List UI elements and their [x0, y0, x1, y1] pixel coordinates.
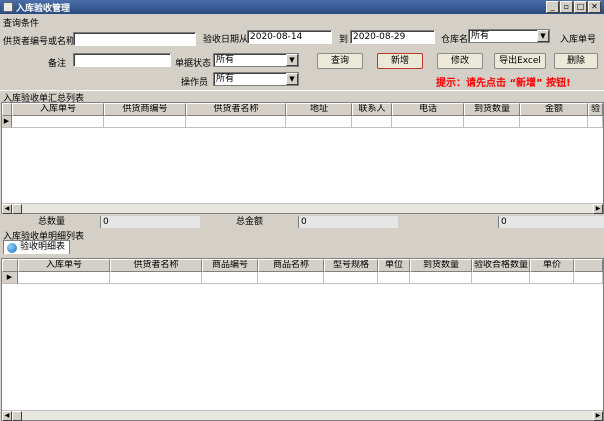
doc-status-select[interactable]: 所有 ▼ — [213, 53, 299, 67]
detail-grid-header: 入库单号 供货者名称 商品编号 商品名称 型号规格 单位 到货数量 验收合格数量… — [2, 259, 603, 272]
supplier-label: 供货者编号或名称 — [3, 37, 76, 47]
total-qty-value: 0 — [100, 216, 200, 228]
order-no-label: 入库单号 — [560, 35, 597, 45]
divider — [0, 90, 604, 91]
detail-hscrollbar[interactable]: ◀ ▶ — [2, 410, 603, 421]
col-header[interactable]: 金额 — [520, 103, 588, 116]
total-qty-label: 总数量 — [38, 217, 66, 227]
date-from-input[interactable]: 2020-08-14 — [247, 30, 332, 44]
query-button[interactable]: 查询 — [317, 53, 363, 69]
col-header[interactable]: 型号规格 — [324, 259, 378, 272]
globe-icon — [7, 243, 17, 253]
col-header[interactable]: 商品名称 — [258, 259, 324, 272]
col-header[interactable]: 到货数量 — [464, 103, 520, 116]
col-header[interactable]: 入库单号 — [12, 103, 104, 116]
doc-status-label: 单据状态 — [175, 59, 212, 69]
summary-grid[interactable]: 入库单号 供货商编号 供货者名称 地址 联系人 电话 到货数量 金额 验 ▶ ◀… — [1, 102, 604, 214]
table-row[interactable]: ▶ — [2, 272, 603, 284]
scroll-right-icon[interactable]: ▶ — [593, 411, 603, 421]
chevron-down-icon[interactable]: ▼ — [537, 30, 549, 42]
remark-input[interactable] — [73, 53, 171, 67]
summary-grid-header: 入库单号 供货商编号 供货者名称 地址 联系人 电话 到货数量 金额 验 — [2, 103, 603, 116]
restore-icon[interactable]: ▫ — [560, 1, 573, 13]
operator-label: 操作员 — [181, 78, 209, 88]
add-button[interactable]: 新增 — [377, 53, 423, 69]
scroll-right-icon[interactable]: ▶ — [593, 204, 603, 214]
edit-button[interactable]: 修改 — [437, 53, 483, 69]
date-from-label: 验收日期从 — [203, 35, 249, 45]
col-header[interactable]: 单位 — [378, 259, 410, 272]
col-header[interactable]: 电话 — [392, 103, 464, 116]
warehouse-label: 仓库名 — [441, 35, 469, 45]
date-to-label: 到 — [339, 35, 349, 45]
detail-grid[interactable]: 入库单号 供货者名称 商品编号 商品名称 型号规格 单位 到货数量 验收合格数量… — [1, 258, 604, 421]
date-to-input[interactable]: 2020-08-29 — [350, 30, 435, 44]
warehouse-select[interactable]: 所有 ▼ — [468, 29, 550, 43]
tab-detail[interactable]: 验收明细表 — [3, 240, 71, 254]
col-header[interactable]: 入库单号 — [18, 259, 110, 272]
row-pointer-icon: ▶ — [2, 116, 12, 128]
maximize-icon[interactable]: □ — [574, 1, 587, 13]
col-header[interactable]: 到货数量 — [410, 259, 472, 272]
col-header[interactable]: 供货者名称 — [186, 103, 286, 116]
col-header[interactable]: 供货商编号 — [104, 103, 186, 116]
total-amount-value: 0 — [298, 216, 398, 228]
chevron-down-icon[interactable]: ▼ — [286, 73, 298, 85]
col-header[interactable]: 联系人 — [352, 103, 392, 116]
query-group-label: 查询条件 — [3, 19, 40, 29]
doc-status-value: 所有 — [216, 55, 235, 65]
tab-detail-label: 验收明细表 — [20, 242, 66, 252]
col-header[interactable]: 供货者名称 — [110, 259, 202, 272]
window-title: 入库验收管理 — [16, 4, 71, 14]
app-icon — [3, 2, 13, 12]
operator-select[interactable]: 所有 ▼ — [213, 72, 299, 86]
col-header[interactable]: 单价 — [530, 259, 574, 272]
supplier-input[interactable] — [73, 32, 196, 46]
row-pointer-icon: ▶ — [2, 272, 18, 284]
scroll-thumb[interactable] — [12, 204, 22, 214]
col-header[interactable]: 验收合格数量 — [472, 259, 530, 272]
remark-label: 备注 — [48, 59, 67, 69]
footer-third-value: 0 — [498, 216, 604, 228]
window-titlebar: 入库验收管理 _ ▫ □ ✕ — [0, 0, 604, 14]
summary-footer: 总数量 0 总金额 0 0 — [0, 216, 604, 228]
minimize-icon[interactable]: _ — [546, 1, 559, 13]
tip-text: 提示：请先点击 “新增” 按钮! — [436, 78, 571, 89]
scroll-left-icon[interactable]: ◀ — [2, 204, 12, 214]
summary-hscrollbar[interactable]: ◀ ▶ — [2, 203, 603, 214]
chevron-down-icon[interactable]: ▼ — [286, 54, 298, 66]
total-amount-label: 总金额 — [236, 217, 264, 227]
scroll-left-icon[interactable]: ◀ — [2, 411, 12, 421]
scroll-thumb[interactable] — [12, 411, 22, 421]
col-header[interactable]: 验 — [588, 103, 603, 116]
table-row[interactable]: ▶ — [2, 116, 603, 128]
operator-value: 所有 — [216, 74, 235, 84]
delete-button[interactable]: 删除 — [554, 53, 598, 69]
export-excel-button[interactable]: 导出Excel — [494, 53, 546, 69]
warehouse-value: 所有 — [471, 31, 490, 41]
col-header[interactable]: 地址 — [286, 103, 352, 116]
col-header[interactable]: 商品编号 — [202, 259, 258, 272]
close-icon[interactable]: ✕ — [588, 1, 601, 13]
